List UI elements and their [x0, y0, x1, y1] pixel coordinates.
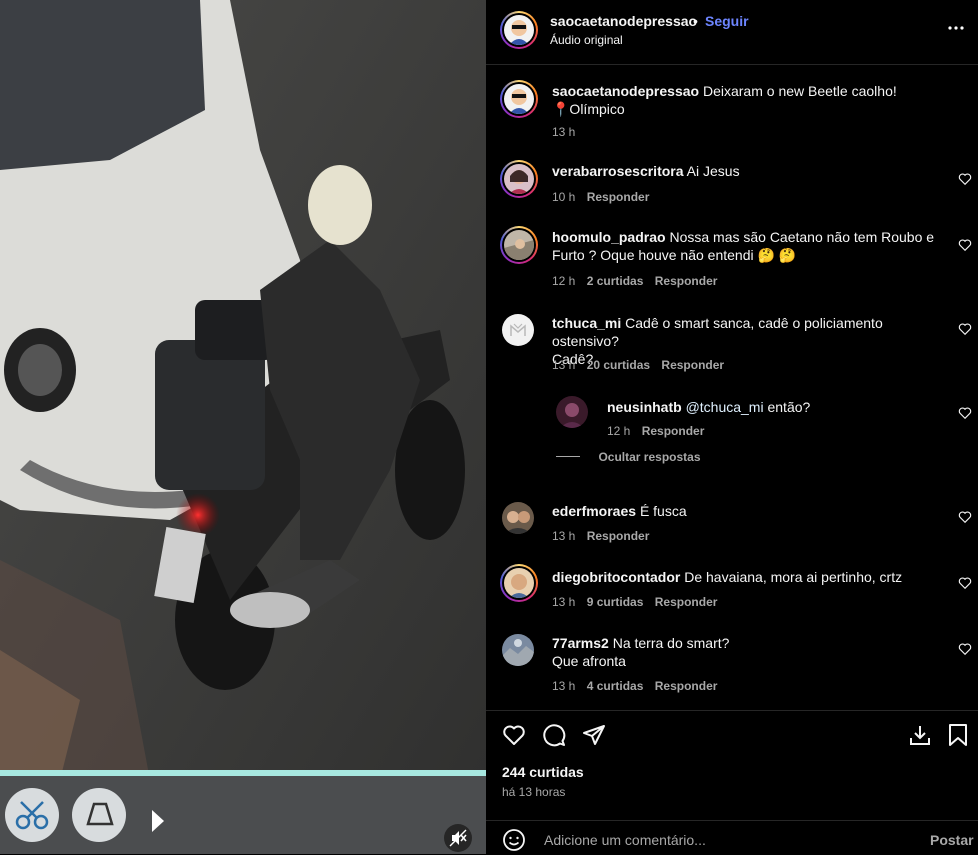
commenter-avatar[interactable]	[502, 502, 534, 534]
caption-username[interactable]: saocaetanodepressao	[552, 83, 699, 99]
post-time[interactable]: há 13 horas	[502, 785, 565, 799]
comment-time[interactable]: 13 h	[552, 679, 575, 693]
comment-likes[interactable]: 4 curtidas	[587, 679, 644, 693]
hide-replies-line	[556, 456, 580, 458]
post-comment-button[interactable]: Postar	[930, 832, 974, 848]
comment-like-icon[interactable]	[958, 238, 972, 252]
video-frame	[0, 0, 486, 854]
comment-username[interactable]: tchuca_mi	[552, 315, 621, 331]
commenter-avatar[interactable]	[500, 160, 538, 198]
comment-time[interactable]: 12 h	[552, 274, 575, 288]
author-avatar[interactable]	[500, 11, 538, 49]
play-arrow-icon	[150, 808, 166, 839]
comment-username[interactable]: hoomulo_padrao	[552, 229, 666, 245]
reply-like-icon[interactable]	[958, 406, 972, 420]
caption-time[interactable]: 13 h	[552, 125, 575, 139]
comment-likes[interactable]: 9 curtidas	[587, 595, 644, 609]
comment-username[interactable]: diegobritocontador	[552, 569, 680, 585]
commenter-avatar[interactable]	[502, 634, 534, 666]
comment-bubble-icon[interactable]	[542, 723, 566, 747]
comment-time[interactable]: 13 h	[552, 529, 575, 543]
reply-button[interactable]: Responder	[587, 190, 650, 204]
add-comment-bar: Postar	[486, 820, 978, 855]
reply-button[interactable]: Responder	[655, 679, 718, 693]
comment-like-icon[interactable]	[958, 322, 972, 336]
comment-text: É fusca	[639, 503, 687, 519]
comment-username[interactable]: 77arms2	[552, 635, 609, 651]
reply-username[interactable]: neusinhatb	[607, 399, 682, 415]
comment-time[interactable]: 10 h	[552, 190, 575, 204]
comment-text: Nossa mas são Caetano não tem Roubo e	[669, 229, 935, 245]
commenter-avatar[interactable]	[500, 564, 538, 602]
reply-button[interactable]: Responder	[655, 274, 718, 288]
actions-divider	[486, 710, 978, 711]
hide-replies-button[interactable]: Ocultar respostas	[556, 448, 701, 466]
comment-text: Na terra do smart?	[612, 635, 730, 651]
reply-button[interactable]: Responder	[661, 358, 724, 372]
emoji-icon[interactable]	[502, 828, 526, 852]
save-bookmark-icon[interactable]	[947, 723, 969, 747]
comment-likes[interactable]: 2 curtidas	[587, 274, 644, 288]
likes-count[interactable]: 244 curtidas	[502, 764, 584, 780]
comment-like-icon[interactable]	[958, 642, 972, 656]
comment-username[interactable]: verabarrosescritora	[552, 163, 684, 179]
comment-like-icon[interactable]	[958, 576, 972, 590]
caption-location: 📍Olímpico	[552, 101, 625, 117]
author-username[interactable]: saocaetanodepressao	[550, 13, 697, 29]
comment-likes[interactable]: 20 curtidas	[587, 358, 650, 372]
reply-button[interactable]: Responder	[655, 595, 718, 609]
trapezoid-icon	[72, 788, 126, 842]
more-options-icon[interactable]	[946, 18, 966, 38]
follow-button[interactable]: Seguir	[705, 13, 749, 29]
reply-mention[interactable]: @tchuca_mi	[686, 399, 764, 415]
comment-like-icon[interactable]	[958, 172, 972, 186]
commenter-avatar[interactable]	[502, 314, 534, 346]
reply-text: então?	[767, 399, 811, 415]
comment-text-line2: Furto ? Oque houve não entendi 🤔 🤔	[552, 247, 797, 263]
comment-username[interactable]: ederfmoraes	[552, 503, 636, 519]
reply-avatar[interactable]	[556, 396, 588, 428]
comment-text: De havaiana, mora ai pertinho, crtz	[684, 569, 903, 585]
reply-button[interactable]: Responder	[642, 424, 705, 438]
comment-time[interactable]: 13 h	[552, 358, 575, 372]
post-video[interactable]	[0, 0, 486, 854]
follow-separator: •	[693, 13, 698, 29]
comment-like-icon[interactable]	[958, 510, 972, 524]
reply-time[interactable]: 12 h	[607, 424, 630, 438]
hide-replies-label: Ocultar respostas	[598, 450, 701, 464]
share-plane-icon[interactable]	[582, 723, 606, 747]
download-icon[interactable]	[908, 723, 932, 747]
comment-input[interactable]	[542, 829, 906, 851]
caption-avatar[interactable]	[500, 80, 538, 118]
post-header: saocaetanodepressao • Seguir Áudio origi…	[486, 0, 978, 65]
mute-icon[interactable]	[444, 824, 472, 852]
comment-text: Ai Jesus	[686, 163, 740, 179]
caption-text: Deixaram o new Beetle caolho!	[702, 83, 897, 99]
post-panel: saocaetanodepressao • Seguir Áudio origi…	[486, 0, 978, 854]
scissors-icon	[5, 788, 59, 842]
like-heart-icon[interactable]	[502, 723, 526, 747]
audio-label[interactable]: Áudio original	[550, 33, 623, 47]
reply-button[interactable]: Responder	[587, 529, 650, 543]
comment-time[interactable]: 13 h	[552, 595, 575, 609]
commenter-avatar[interactable]	[500, 226, 538, 264]
comment-text-line2: Que afronta	[552, 653, 626, 669]
